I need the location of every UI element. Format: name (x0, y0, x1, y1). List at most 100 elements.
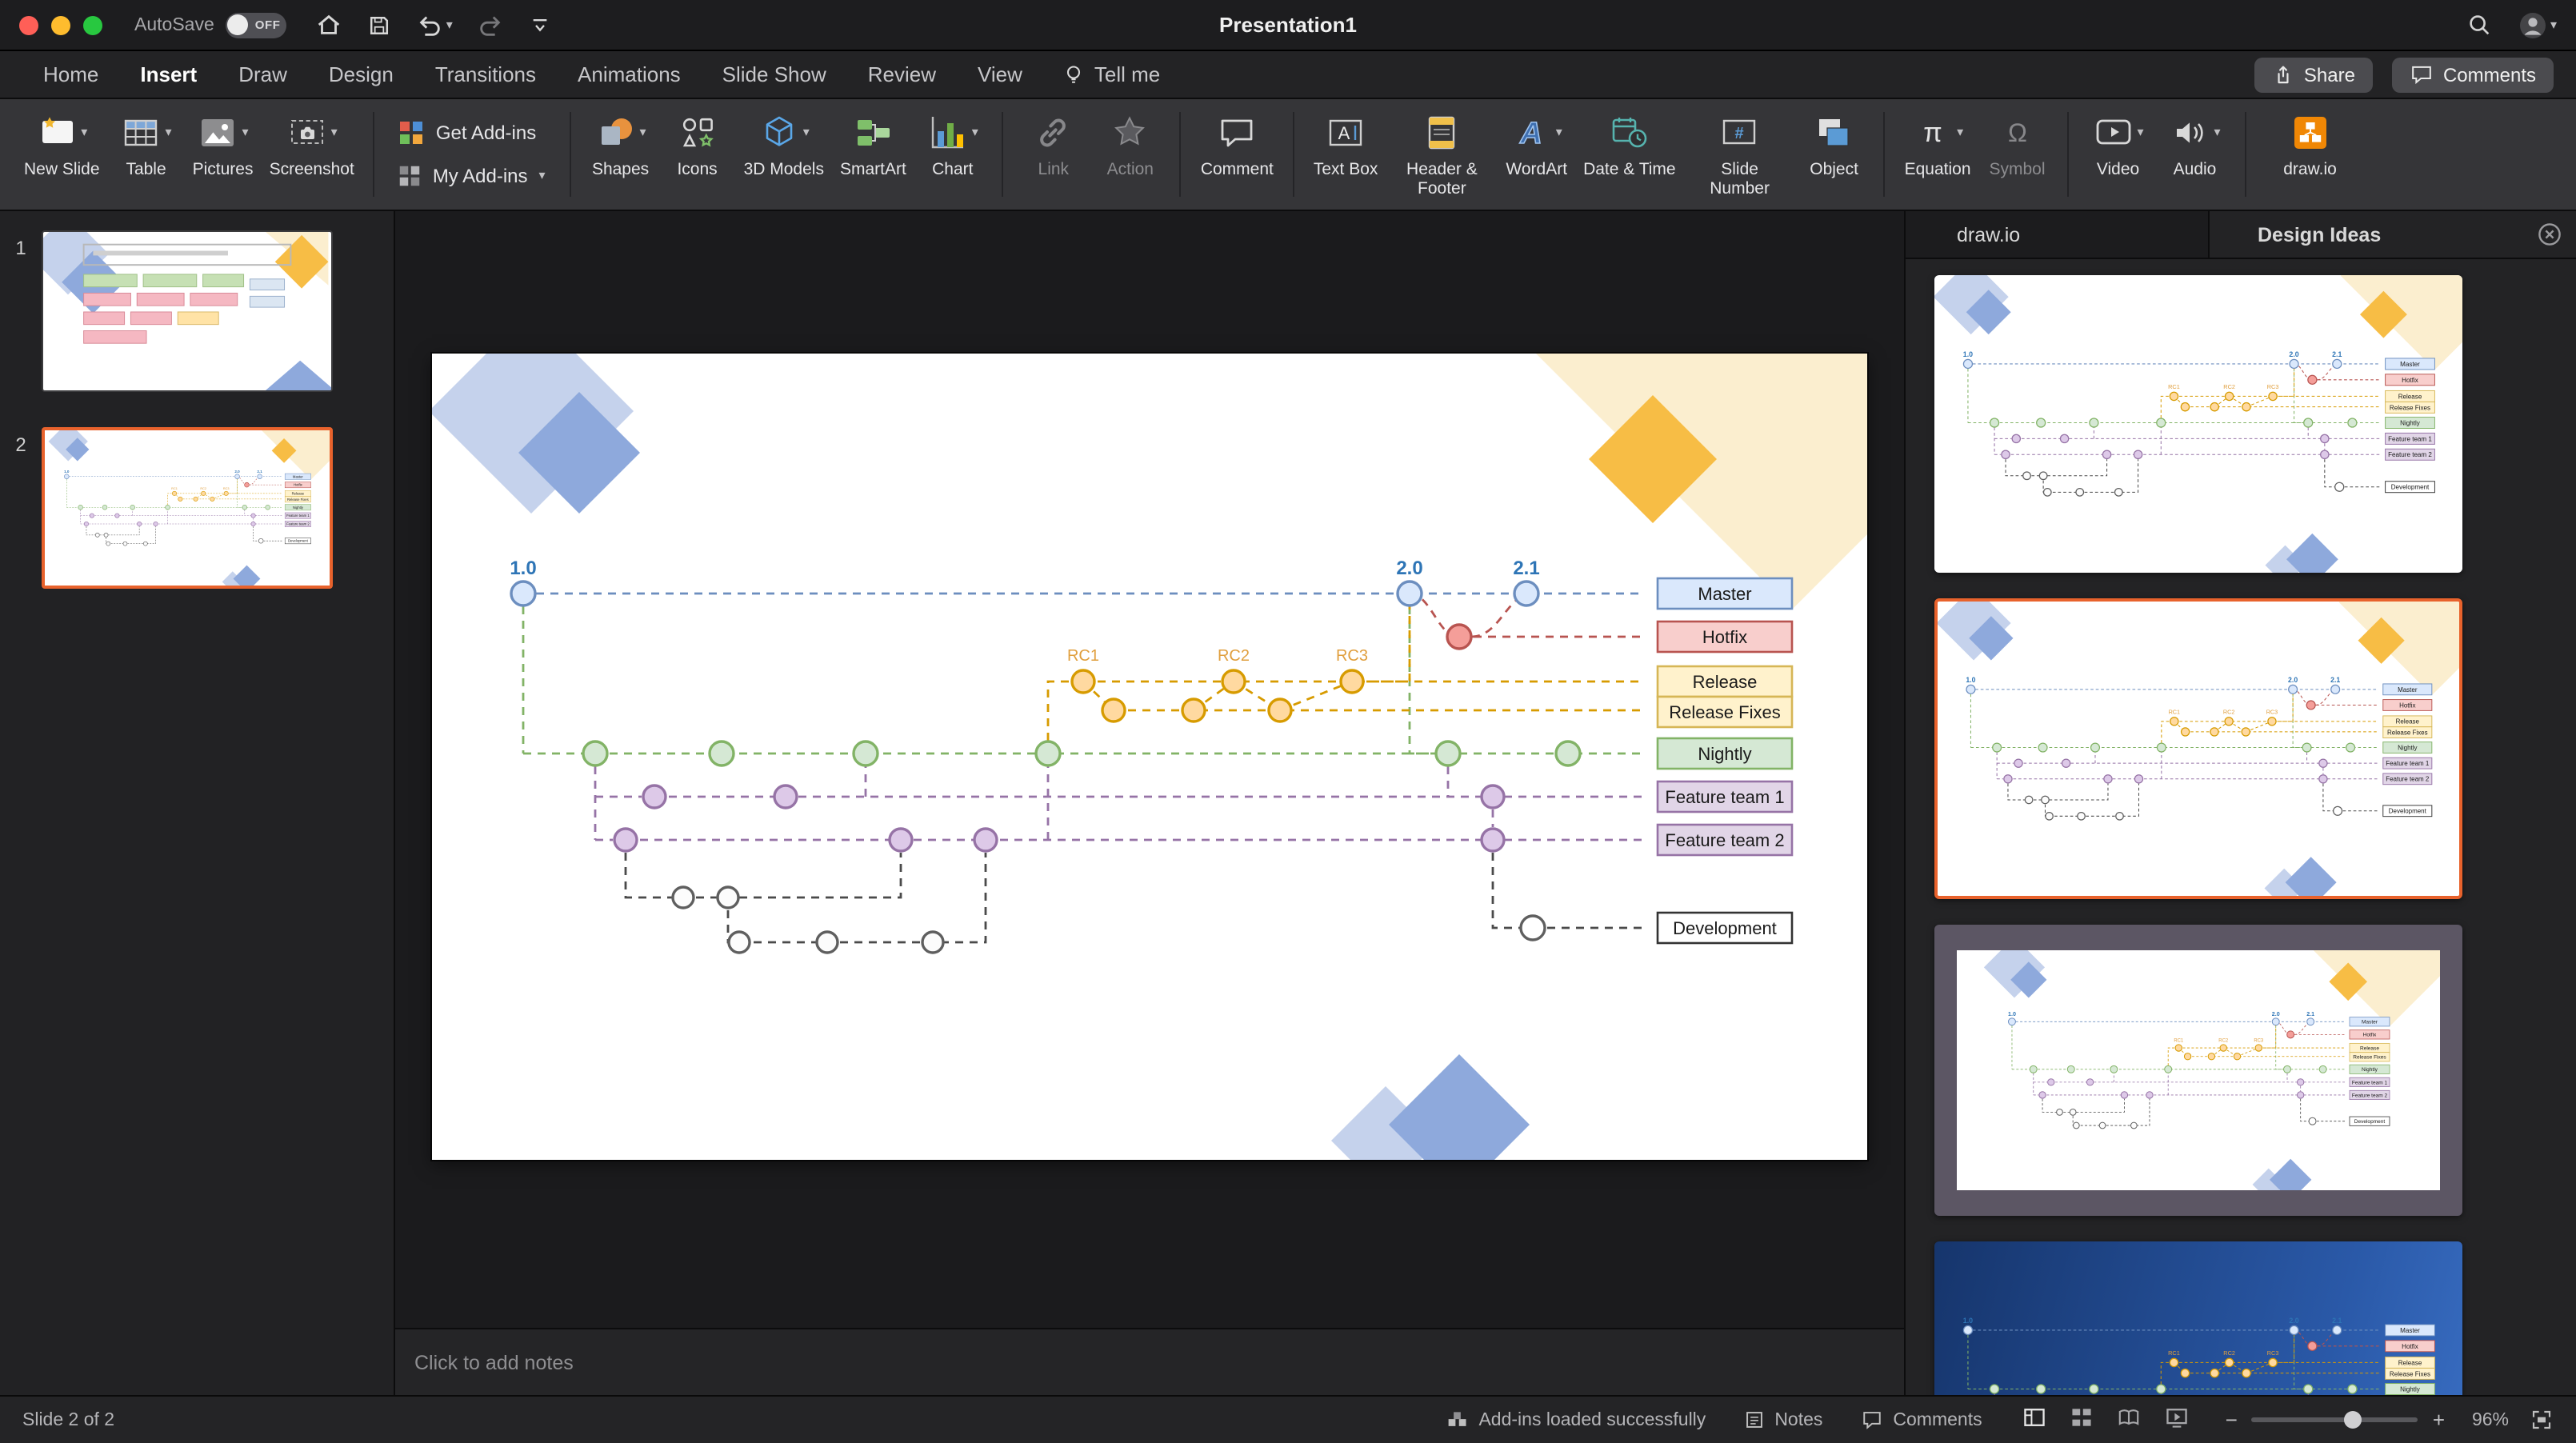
branch-label-nightly[interactable]: Nightly (1656, 737, 1794, 770)
branch-label-development[interactable]: Development (2385, 481, 2435, 494)
comment-button[interactable]: Comment (1201, 106, 1274, 180)
commit-node[interactable] (165, 505, 170, 510)
commit-node[interactable] (1101, 698, 1126, 723)
commit-node[interactable] (1480, 827, 1506, 853)
commit-node[interactable] (1181, 698, 1206, 723)
slide-content[interactable]: 1.0 2.0 2.1 RC1 RC2 RC3 Master Hotfix Re… (45, 430, 330, 586)
commit-node[interactable] (1966, 684, 1976, 694)
commit-node[interactable] (2042, 487, 2052, 497)
commit-node[interactable] (2047, 1078, 2055, 1086)
commit-node[interactable] (1962, 1325, 1974, 1336)
commit-node[interactable] (2242, 402, 2251, 412)
commit-node[interactable] (250, 521, 256, 527)
commit-node[interactable] (250, 513, 256, 518)
commit-node[interactable] (234, 474, 240, 479)
tab-transitions[interactable]: Transitions (414, 50, 557, 98)
branch-label-master[interactable]: Master (2349, 1017, 2390, 1027)
commit-node[interactable] (888, 827, 914, 853)
branch-label-release-fixes[interactable]: Release Fixes (2349, 1052, 2390, 1062)
commit-node[interactable] (2038, 471, 2048, 481)
commit-node[interactable] (2268, 391, 2278, 402)
zoom-out-button[interactable]: − (2226, 1408, 2238, 1432)
commit-node[interactable] (716, 885, 740, 909)
commit-node[interactable] (193, 496, 198, 502)
commit-node[interactable] (2089, 418, 2099, 428)
commit-node[interactable] (2075, 487, 2085, 497)
commit-node[interactable] (2332, 1325, 2342, 1336)
commit-node[interactable] (2183, 1053, 2192, 1061)
commit-node[interactable] (2130, 1121, 2138, 1129)
branch-label-feature-team-2[interactable]: Feature team 2 (2385, 448, 2435, 461)
branch-label-development[interactable]: Development (1656, 911, 1794, 945)
commit-node[interactable] (852, 740, 879, 767)
autosave-toggle[interactable]: OFF (225, 12, 286, 38)
branch-label-release[interactable]: Release (2385, 390, 2435, 402)
close-button[interactable] (19, 15, 38, 34)
redo-button[interactable] (477, 11, 504, 38)
commit-node[interactable] (64, 474, 70, 479)
search-button[interactable] (2466, 11, 2493, 38)
commit-node[interactable] (1434, 740, 1462, 767)
branch-label-development[interactable]: Development (284, 538, 311, 545)
commit-node[interactable] (2156, 1384, 2166, 1394)
commit-node[interactable] (2346, 742, 2356, 753)
branch-label-feature-team-1[interactable]: Feature team 1 (1656, 780, 1794, 813)
get-addins-button[interactable]: Get Add-ins (399, 120, 546, 146)
branch-label-hotfix[interactable]: Hotfix (284, 482, 311, 489)
commit-node[interactable] (94, 533, 100, 538)
commit-node[interactable] (2320, 434, 2330, 444)
commit-node[interactable] (2219, 1044, 2227, 1052)
branch-label-master[interactable]: Master (1656, 577, 1794, 610)
commit-node[interactable] (2029, 1065, 2038, 1073)
commit-node[interactable] (2180, 402, 2190, 412)
commit-node[interactable] (2286, 1030, 2295, 1039)
account-menu[interactable]: ▾ (2518, 10, 2557, 39)
commit-node[interactable] (2103, 774, 2113, 784)
commit-node[interactable] (2069, 1109, 2077, 1116)
branch-label-feature-team-1[interactable]: Feature team 1 (2349, 1077, 2390, 1087)
branch-label-release-fixes[interactable]: Release Fixes (2385, 401, 2435, 414)
save-button[interactable] (366, 12, 392, 38)
commit-node[interactable] (2134, 774, 2144, 784)
commit-node[interactable] (2210, 402, 2220, 412)
commit-node[interactable] (2347, 418, 2358, 428)
tab-drawio-pane[interactable]: draw.io (1906, 211, 2210, 258)
commit-node[interactable] (2098, 1121, 2106, 1129)
new-slide-button[interactable]: ▾ New Slide (24, 106, 100, 180)
commit-node[interactable] (2115, 811, 2124, 821)
branch-label-feature-team-1[interactable]: Feature team 1 (2385, 432, 2435, 445)
commit-node[interactable] (102, 505, 108, 510)
comments-toggle[interactable]: Comments (1861, 1409, 1982, 1430)
commit-node[interactable] (2297, 1091, 2305, 1099)
branch-label-hotfix[interactable]: Hotfix (2385, 1340, 2435, 1353)
autosave-control[interactable]: AutoSave OFF (134, 12, 286, 38)
commit-node[interactable] (2169, 1357, 2179, 1368)
slide-number-button[interactable]: # Slide Number (1692, 106, 1788, 198)
commit-node[interactable] (1034, 740, 1062, 767)
commit-node[interactable] (2077, 811, 2086, 821)
commit-node[interactable] (1513, 580, 1540, 607)
commit-node[interactable] (122, 541, 128, 546)
commit-node[interactable] (2133, 450, 2143, 460)
commit-node[interactable] (2164, 1065, 2173, 1073)
commit-node[interactable] (2001, 450, 2010, 460)
design-idea-2-selected[interactable]: 1.0 2.0 2.1 RC1 RC2 RC3 Master Hotfix Re… (1934, 598, 2462, 899)
commit-node[interactable] (1989, 1384, 2000, 1394)
slide-content[interactable]: 1.0 2.0 2.1 RC1 RC2 RC3 Master Hotfix Re… (432, 354, 1867, 1160)
branch-label-master[interactable]: Master (2385, 358, 2435, 370)
commit-node[interactable] (2174, 1044, 2182, 1052)
commit-node[interactable] (2038, 1091, 2046, 1099)
commit-node[interactable] (1962, 358, 1974, 370)
tab-animations[interactable]: Animations (557, 50, 702, 98)
text-box-button[interactable]: A Text Box (1314, 106, 1378, 180)
commit-node[interactable] (242, 505, 248, 510)
branch-label-master[interactable]: Master (2385, 1324, 2435, 1337)
branch-label-nightly[interactable]: Nightly (2349, 1064, 2390, 1074)
pictures-button[interactable]: ▾ Pictures (193, 106, 254, 180)
equation-button[interactable]: π ▾ Equation (1905, 106, 1971, 180)
branch-label-master[interactable]: Master (284, 473, 311, 480)
commit-node[interactable] (2056, 1109, 2063, 1116)
slide-2-preview[interactable]: 1.0 2.0 2.1 RC1 RC2 RC3 Master Hotfix Re… (42, 427, 333, 589)
commit-node[interactable] (106, 541, 111, 546)
commit-node[interactable] (2024, 795, 2034, 805)
